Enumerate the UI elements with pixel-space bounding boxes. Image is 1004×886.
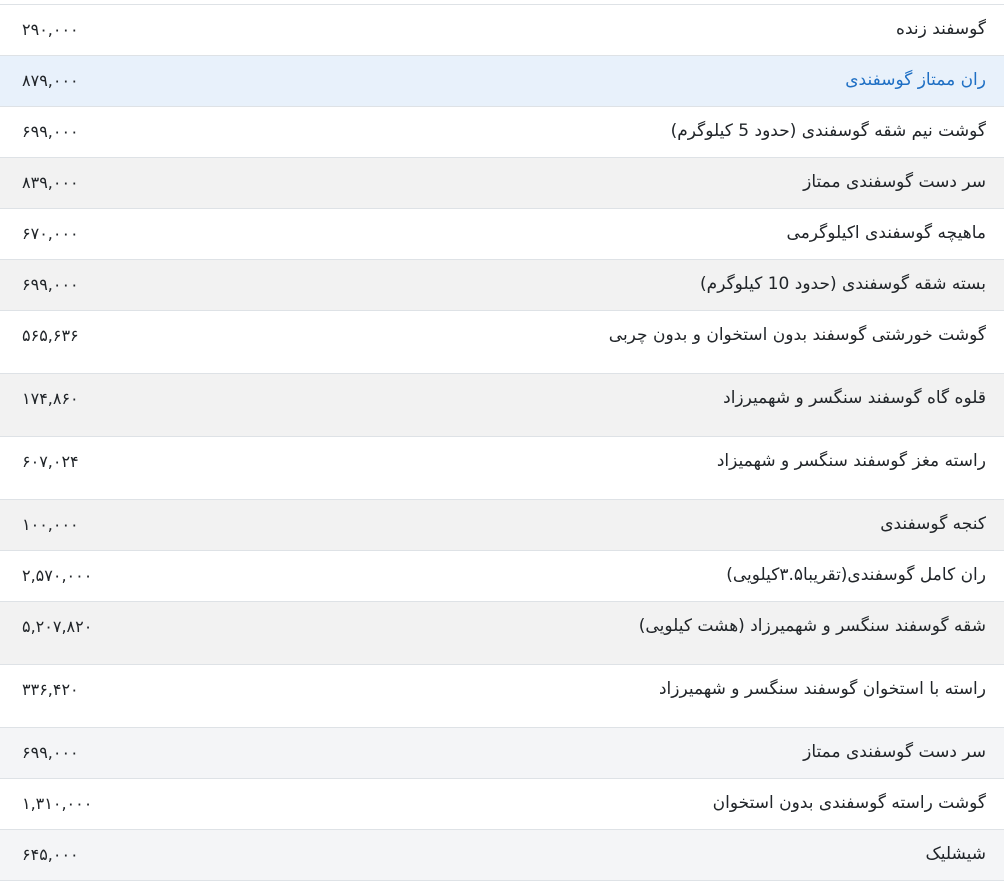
table-row[interactable]: گوشت نیم شقه گوسفندی (حدود 5 کیلوگرم) ۶۹… [0, 107, 1004, 158]
table-row[interactable]: قلوه گاه گوسفند سنگسر و شهمیرزاد ۱۷۴,۸۶۰ [0, 374, 1004, 437]
item-name[interactable]: بسته شقه گوسفندی (حدود 10 کیلوگرم) [700, 272, 986, 296]
item-name[interactable]: شیشلیک [925, 842, 986, 866]
item-price: ۲۹۰,۰۰۰ [22, 20, 79, 39]
table-row[interactable]: سر دست گوسفندی ممتاز ۶۹۹,۰۰۰ [0, 728, 1004, 779]
item-name[interactable]: گوشت نیم شقه گوسفندی (حدود 5 کیلوگرم) [671, 119, 986, 143]
price-table: گوسفند زنده ۲۹۰,۰۰۰ ران ممتاز گوسفندی ۸۷… [0, 4, 1004, 881]
item-price: ۵۶۵,۶۳۶ [22, 326, 79, 345]
item-price: ۶۷۰,۰۰۰ [22, 224, 79, 243]
item-name[interactable]: سر دست گوسفندی ممتاز [803, 740, 986, 764]
table-row[interactable]: شقه گوسفند سنگسر و شهمیرزاد (هشت کیلویی)… [0, 602, 1004, 665]
item-name[interactable]: کنجه گوسفندی [880, 512, 986, 536]
item-name[interactable]: گوسفند زنده [896, 17, 986, 41]
item-price: ۶۹۹,۰۰۰ [22, 122, 79, 141]
item-price: ۸۳۹,۰۰۰ [22, 173, 79, 192]
item-name-link[interactable]: ران ممتاز گوسفندی [845, 68, 986, 92]
item-price: ۶۴۵,۰۰۰ [22, 845, 79, 864]
table-row-hovered[interactable]: ران ممتاز گوسفندی ۸۷۹,۰۰۰ [0, 56, 1004, 107]
item-price: ۶۰۷,۰۲۴ [22, 452, 79, 471]
item-name[interactable]: گوشت راسته گوسفندی بدون استخوان [713, 791, 986, 815]
item-price: ۶۹۹,۰۰۰ [22, 275, 79, 294]
item-name[interactable]: شقه گوسفند سنگسر و شهمیرزاد (هشت کیلویی) [639, 614, 986, 638]
item-name[interactable]: ماهیچه گوسفندی اکیلوگرمی [787, 221, 986, 245]
item-name[interactable]: راسته با استخوان گوسفند سنگسر و شهمیرزاد [659, 677, 986, 701]
table-row[interactable]: راسته مغز گوسفند سنگسر و شهمیزاد ۶۰۷,۰۲۴ [0, 437, 1004, 500]
table-row[interactable]: راسته با استخوان گوسفند سنگسر و شهمیرزاد… [0, 665, 1004, 728]
item-price: ۶۹۹,۰۰۰ [22, 743, 79, 762]
item-price: ۲,۵۷۰,۰۰۰ [22, 566, 93, 585]
item-price: ۱۰۰,۰۰۰ [22, 515, 79, 534]
table-row[interactable]: شیشلیک ۶۴۵,۰۰۰ [0, 830, 1004, 881]
table-row[interactable]: گوسفند زنده ۲۹۰,۰۰۰ [0, 5, 1004, 56]
item-price: ۸۷۹,۰۰۰ [22, 71, 79, 90]
item-price: ۱,۳۱۰,۰۰۰ [22, 794, 93, 813]
table-row[interactable]: ماهیچه گوسفندی اکیلوگرمی ۶۷۰,۰۰۰ [0, 209, 1004, 260]
item-name[interactable]: گوشت خورشتی گوسفند بدون استخوان و بدون چ… [609, 323, 986, 347]
item-price: ۳۳۶,۴۲۰ [22, 680, 79, 699]
table-row[interactable]: گوشت خورشتی گوسفند بدون استخوان و بدون چ… [0, 311, 1004, 374]
item-name[interactable]: قلوه گاه گوسفند سنگسر و شهمیرزاد [723, 386, 986, 410]
table-row[interactable]: سر دست گوسفندی ممتاز ۸۳۹,۰۰۰ [0, 158, 1004, 209]
item-price: ۵,۲۰۷,۸۲۰ [22, 617, 93, 636]
table-row[interactable]: گوشت راسته گوسفندی بدون استخوان ۱,۳۱۰,۰۰… [0, 779, 1004, 830]
item-name[interactable]: سر دست گوسفندی ممتاز [803, 170, 986, 194]
table-row[interactable]: ران کامل گوسفندی(تقریبا۳.۵کیلویی) ۲,۵۷۰,… [0, 551, 1004, 602]
table-row[interactable]: بسته شقه گوسفندی (حدود 10 کیلوگرم) ۶۹۹,۰… [0, 260, 1004, 311]
item-name[interactable]: راسته مغز گوسفند سنگسر و شهمیزاد [717, 449, 986, 473]
item-name[interactable]: ران کامل گوسفندی(تقریبا۳.۵کیلویی) [726, 563, 986, 587]
table-row[interactable]: کنجه گوسفندی ۱۰۰,۰۰۰ [0, 500, 1004, 551]
item-price: ۱۷۴,۸۶۰ [22, 389, 79, 408]
